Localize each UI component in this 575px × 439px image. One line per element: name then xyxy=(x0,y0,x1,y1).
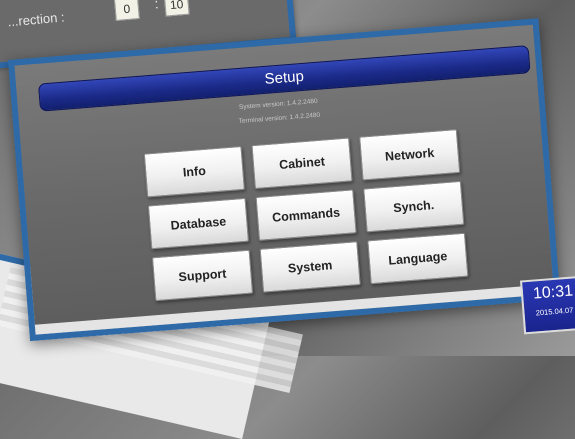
clock-widget: 10:31 2015.04.07 xyxy=(519,275,575,335)
background-value-box: 0 xyxy=(114,0,140,21)
background-value-box: 10 xyxy=(163,0,190,17)
clock-date: 2015.04.07 xyxy=(535,305,574,318)
setup-screen: Setup System version: 1.4.2.2480 Termina… xyxy=(8,18,561,342)
commands-button[interactable]: Commands xyxy=(255,189,357,241)
clock-time: 10:31 xyxy=(532,282,574,303)
database-button[interactable]: Database xyxy=(147,197,249,250)
network-button[interactable]: Network xyxy=(359,129,461,181)
synch-button[interactable]: Synch. xyxy=(363,180,465,233)
background-panel-label: ...rection : xyxy=(6,9,66,30)
support-button[interactable]: Support xyxy=(151,249,254,302)
cabinet-button[interactable]: Cabinet xyxy=(251,137,353,190)
info-button[interactable]: Info xyxy=(143,145,245,198)
background-separator: : xyxy=(153,0,160,12)
system-button[interactable]: System xyxy=(259,241,361,293)
language-button[interactable]: Language xyxy=(367,232,469,285)
status-bar xyxy=(34,283,555,335)
